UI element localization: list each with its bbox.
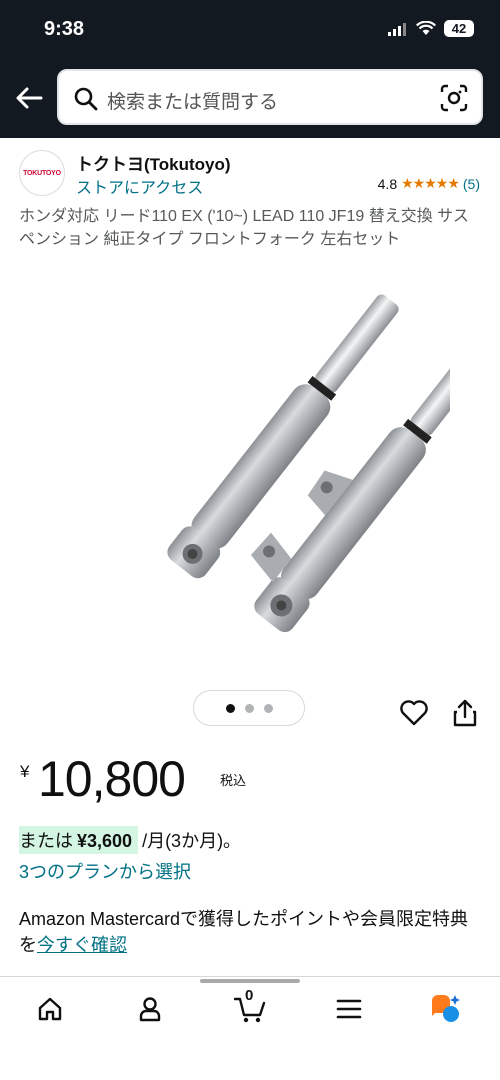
product-title: ホンダ対応 リード110 EX ('10~) LEAD 110 JF19 替え交…: [19, 208, 469, 248]
rufus-assistant-icon: [432, 995, 460, 1022]
review-count: (5): [462, 175, 480, 192]
heart-icon[interactable]: [399, 699, 429, 727]
carousel-dot[interactable]: [225, 703, 235, 713]
status-indicators: 42: [388, 20, 474, 37]
star-rating-icon: ★★★★★: [401, 175, 460, 191]
drag-handle[interactable]: [200, 979, 300, 983]
image-carousel-indicator[interactable]: [193, 690, 305, 726]
rating-value: 4.8: [377, 175, 398, 192]
menu-icon: [336, 999, 362, 1019]
promo-message: Amazon Mastercardで獲得したポイントや会員限定特典を今すぐ確認: [19, 906, 481, 958]
carousel-dot[interactable]: [263, 703, 273, 713]
account-icon: [139, 997, 161, 1022]
promo-link[interactable]: 今すぐ確認: [37, 935, 127, 955]
share-icon[interactable]: [451, 698, 479, 728]
rating-summary[interactable]: 4.8 ★★★★★ (5): [378, 175, 480, 192]
search-input[interactable]: 検索または質問する: [57, 69, 483, 125]
visit-store-link[interactable]: ストアにアクセス: [76, 174, 203, 198]
camera-search-icon[interactable]: [439, 83, 469, 113]
search-placeholder: 検索または質問する: [107, 92, 279, 113]
product-image[interactable]: [50, 282, 450, 682]
nav-cart[interactable]: 0: [232, 987, 268, 1027]
nav-menu[interactable]: [331, 991, 367, 1027]
seller-name: トクトヨ(Tokutoyo): [76, 155, 231, 174]
installment-prefix: または: [19, 831, 73, 851]
installment-suffix: /月(3か月)。: [142, 831, 242, 851]
installment-plans-link[interactable]: 3つのプランから選択: [19, 858, 191, 884]
installment-highlight: または ¥3,600: [19, 826, 139, 854]
cart-count: 0: [245, 987, 254, 1004]
home-icon: [38, 997, 62, 1021]
signal-icon: [388, 22, 406, 36]
search-icon: [74, 87, 98, 111]
app-header: 9:38 42 検索または質問する: [0, 0, 500, 138]
battery-indicator: 42: [444, 20, 474, 37]
wifi-icon: [416, 21, 436, 35]
carousel-dot[interactable]: [244, 703, 254, 713]
tax-label: 税込: [220, 773, 247, 788]
bottom-nav: 0: [0, 976, 500, 1080]
status-time: 9:38: [44, 18, 85, 40]
installment-amount: ¥3,600: [77, 831, 133, 851]
seller-logo[interactable]: TOKUTOYO: [19, 150, 65, 196]
nav-rufus-assistant[interactable]: [428, 991, 464, 1027]
price-amount: 10,800: [38, 751, 186, 807]
installment-offer: または ¥3,600 /月(3か月)。: [19, 826, 241, 854]
price-currency: ¥: [20, 762, 30, 781]
seller-logo-text: TOKUTOYO: [23, 169, 61, 177]
nav-account[interactable]: [132, 991, 168, 1027]
back-arrow-icon[interactable]: [14, 86, 44, 110]
nav-home[interactable]: [32, 991, 68, 1027]
